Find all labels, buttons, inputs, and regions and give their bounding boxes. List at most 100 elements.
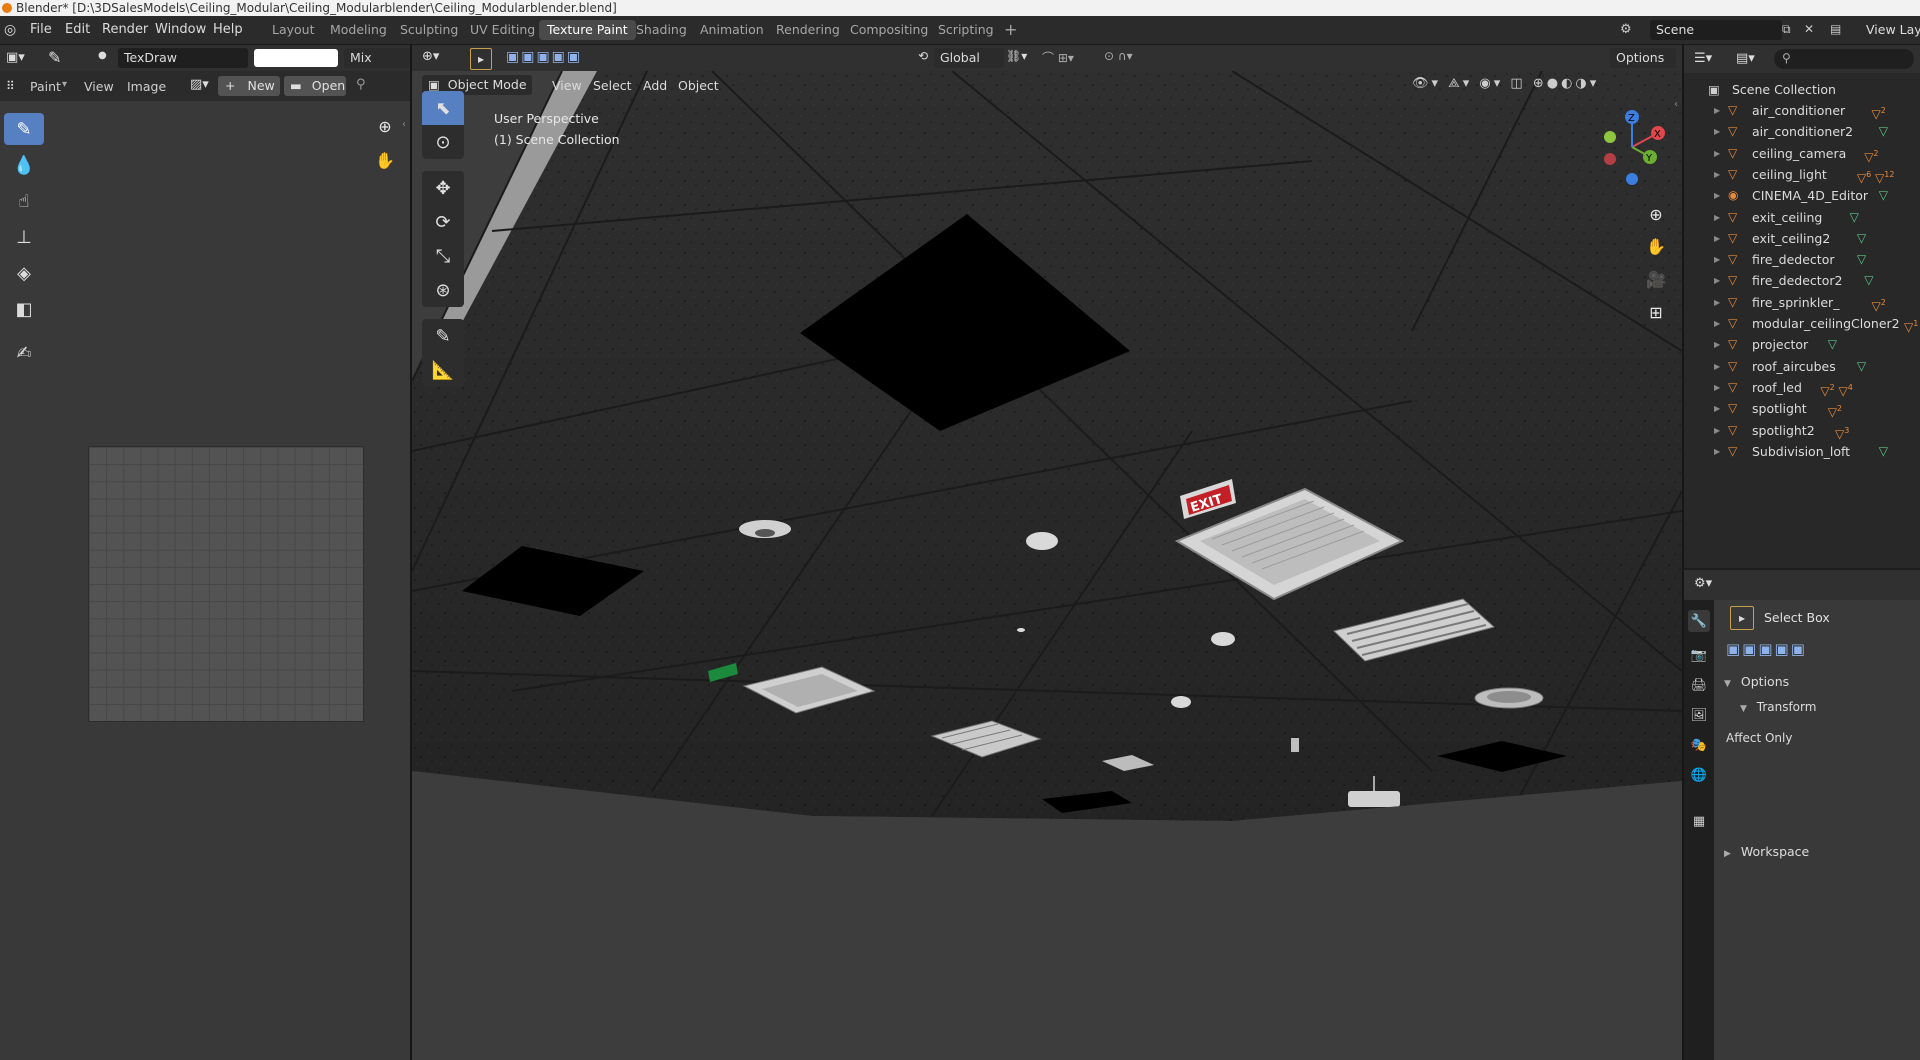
cursor-tool[interactable]: ⊙ [422, 125, 464, 159]
workspace-panel-header[interactable]: ▶ Workspace [1724, 844, 1809, 859]
view-layer-name[interactable]: View Layer [1866, 22, 1920, 37]
outliner-item-row[interactable]: ▶ ◉ CINEMA_4D_Editor ▽ [1684, 185, 1920, 206]
zoom-icon[interactable]: ⊕ [1641, 199, 1671, 229]
proportional-edit-icon[interactable]: ⊙ ∩▾ [1104, 49, 1133, 63]
clone-tool-button[interactable]: ⊥ [4, 221, 44, 253]
pin-icon[interactable]: ⚲ [356, 77, 366, 92]
disclosure-closed-icon[interactable]: ▶ [1714, 377, 1720, 398]
sidebar-toggle-icon[interactable]: ‹ [402, 119, 406, 130]
world-tab-icon[interactable]: 🌐 [1688, 764, 1710, 786]
measure-tool[interactable]: 📐 [422, 353, 464, 387]
outliner-editor-type-icon[interactable]: ☰▾ [1694, 51, 1712, 66]
view-layer-icon[interactable]: ▤ [1830, 22, 1841, 36]
scale-tool[interactable]: ⤡ [422, 239, 464, 273]
tab-compositing[interactable]: Compositing [842, 20, 936, 40]
outliner-item-row[interactable]: ▶ ▽ spotlight ▽2 [1684, 398, 1920, 419]
disclosure-closed-icon[interactable]: ▶ [1714, 164, 1720, 185]
pivot-icon[interactable]: ⛓▾ [1006, 49, 1027, 63]
pan-hand-icon[interactable]: ✋ [370, 145, 400, 175]
outliner-item-row[interactable]: ▶ ▽ projector ▽ [1684, 334, 1920, 355]
add-workspace-icon[interactable]: + [996, 20, 1025, 40]
3d-viewport[interactable]: EXIT User Perspective (1) Scene Collecti… [412, 71, 1682, 1060]
menu-view[interactable]: View [84, 79, 114, 94]
disclosure-closed-icon[interactable]: ▶ [1714, 292, 1720, 313]
outliner-item-row[interactable]: ▶ ▽ fire_dedector2 ▽ [1684, 270, 1920, 291]
transform-tool[interactable]: ⊛ [422, 273, 464, 307]
output-tab-icon[interactable]: 🖨 [1688, 674, 1710, 696]
annotate-tool-button[interactable]: ✍ [4, 337, 44, 369]
outliner-item-row[interactable]: ▶ ▽ fire_dedector ▽ [1684, 249, 1920, 270]
snap-icon[interactable]: ⌒ ⊞▾ [1042, 49, 1074, 66]
image-browse-icon[interactable]: ▨▾ [190, 77, 209, 92]
outliner-search-input[interactable]: ⚲ [1774, 49, 1914, 69]
sidebar-toggle-icon[interactable]: ‹ [1674, 99, 1678, 110]
editor-type-icon[interactable]: ▣▾ [6, 50, 25, 65]
tab-texture-paint[interactable]: Texture Paint [539, 20, 636, 40]
uv-grid-canvas[interactable] [88, 446, 364, 722]
paint-mode-icon[interactable]: ⠿ [6, 79, 15, 93]
tab-modeling[interactable]: Modeling [322, 20, 395, 40]
disclosure-closed-icon[interactable]: ▶ [1714, 398, 1720, 419]
outliner-item-row[interactable]: ▶ ▽ roof_aircubes ▽ [1684, 356, 1920, 377]
menu-render[interactable]: Render [102, 22, 148, 37]
outliner-item-row[interactable]: ▶ ▽ exit_ceiling2 ▽ [1684, 228, 1920, 249]
menu-vp-view[interactable]: View [552, 78, 582, 93]
select-mode-buttons[interactable]: ▣▣▣▣▣ [1726, 640, 1807, 658]
new-scene-icon[interactable]: ⧉ [1782, 22, 1791, 37]
new-image-button[interactable]: + New [218, 76, 280, 96]
disclosure-closed-icon[interactable]: ▶ [1714, 270, 1720, 291]
brush-name-field[interactable]: TexDraw [118, 48, 248, 68]
draw-tool-button[interactable]: ✎ [4, 113, 44, 145]
properties-editor-type-icon[interactable]: ⚙▾ [1694, 576, 1712, 591]
tab-scripting[interactable]: Scripting [930, 20, 1002, 40]
disclosure-closed-icon[interactable]: ▶ [1714, 313, 1720, 334]
tool-tab-icon[interactable]: 🔧 [1688, 610, 1710, 632]
tab-uv-editing[interactable]: UV Editing [462, 20, 543, 40]
tab-rendering[interactable]: Rendering [768, 20, 848, 40]
texture-tab-icon[interactable]: ▦ [1688, 810, 1710, 832]
annotate-tool[interactable]: ✎ [422, 319, 464, 353]
outliner-item-row[interactable]: ▶ ▽ Subdivision_loft ▽ [1684, 441, 1920, 462]
menu-edit[interactable]: Edit [65, 22, 90, 37]
menu-vp-object[interactable]: Object [678, 78, 719, 93]
smear-tool-button[interactable]: ☝ [4, 185, 44, 217]
tab-sculpting[interactable]: Sculpting [392, 20, 466, 40]
outliner-item-row[interactable]: ▶ ▽ modular_ceilingCloner2 ▽1 [1684, 313, 1920, 334]
menu-image[interactable]: Image [127, 79, 166, 94]
brush-color-swatch[interactable] [254, 49, 338, 67]
viewport-editor-type-icon[interactable]: ⊕▾ [422, 49, 439, 64]
disclosure-closed-icon[interactable]: ▶ [1714, 356, 1720, 377]
blend-mode-dropdown[interactable]: Mix [344, 48, 410, 68]
orientation-dropdown[interactable]: Global [934, 48, 1004, 68]
tab-animation[interactable]: Animation [692, 20, 772, 40]
outliner-item-row[interactable]: ▶ ▽ exit_ceiling ▽ [1684, 207, 1920, 228]
brush-icon[interactable]: ✎ [48, 48, 61, 67]
tab-shading[interactable]: Shading [628, 20, 695, 40]
pan-hand-icon[interactable]: ✋ [1641, 231, 1671, 261]
outliner-item-row[interactable]: ▶ ▽ ceiling_light ▽6 ▽12 [1684, 164, 1920, 185]
scene-selector-icon[interactable]: ⚙ [1620, 22, 1632, 37]
select-mode-set-icon[interactable]: ▣▣▣▣▣ [506, 49, 582, 65]
mask-tool-button[interactable]: ◧ [4, 293, 44, 325]
disclosure-closed-icon[interactable]: ▶ [1714, 228, 1720, 249]
select-box-tool[interactable]: ⬉ [422, 91, 464, 125]
disclosure-closed-icon[interactable]: ▶ [1714, 441, 1720, 462]
menu-help[interactable]: Help [213, 22, 243, 37]
menu-vp-select[interactable]: Select [593, 78, 632, 93]
outliner-item-row[interactable]: ▶ ▽ spotlight2 ▽3 [1684, 420, 1920, 441]
outliner-item-row[interactable]: ▶ ▽ air_conditioner2 ▽ [1684, 121, 1920, 142]
select-tool-indicator-icon[interactable]: ▸ [470, 48, 492, 70]
soften-tool-button[interactable]: 💧 [4, 149, 44, 181]
render-tab-icon[interactable]: 📷 [1688, 644, 1710, 666]
menu-window[interactable]: Window [155, 22, 206, 37]
zoom-icon[interactable]: ⊕ [370, 111, 400, 141]
grid-view-icon[interactable]: ⊞ [1641, 297, 1671, 327]
display-mode-icon[interactable]: ▤▾ [1736, 51, 1755, 66]
delete-scene-icon[interactable]: ✕ [1804, 22, 1814, 36]
disclosure-closed-icon[interactable]: ▶ [1714, 420, 1720, 441]
disclosure-closed-icon[interactable]: ▶ [1714, 143, 1720, 164]
outliner-item-row[interactable]: ▶ ▽ air_conditioner ▽2 [1684, 100, 1920, 121]
disclosure-closed-icon[interactable]: ▶ [1714, 100, 1720, 121]
disclosure-closed-icon[interactable]: ▶ [1714, 207, 1720, 228]
orientation-icon[interactable]: ⟲ [918, 49, 928, 63]
